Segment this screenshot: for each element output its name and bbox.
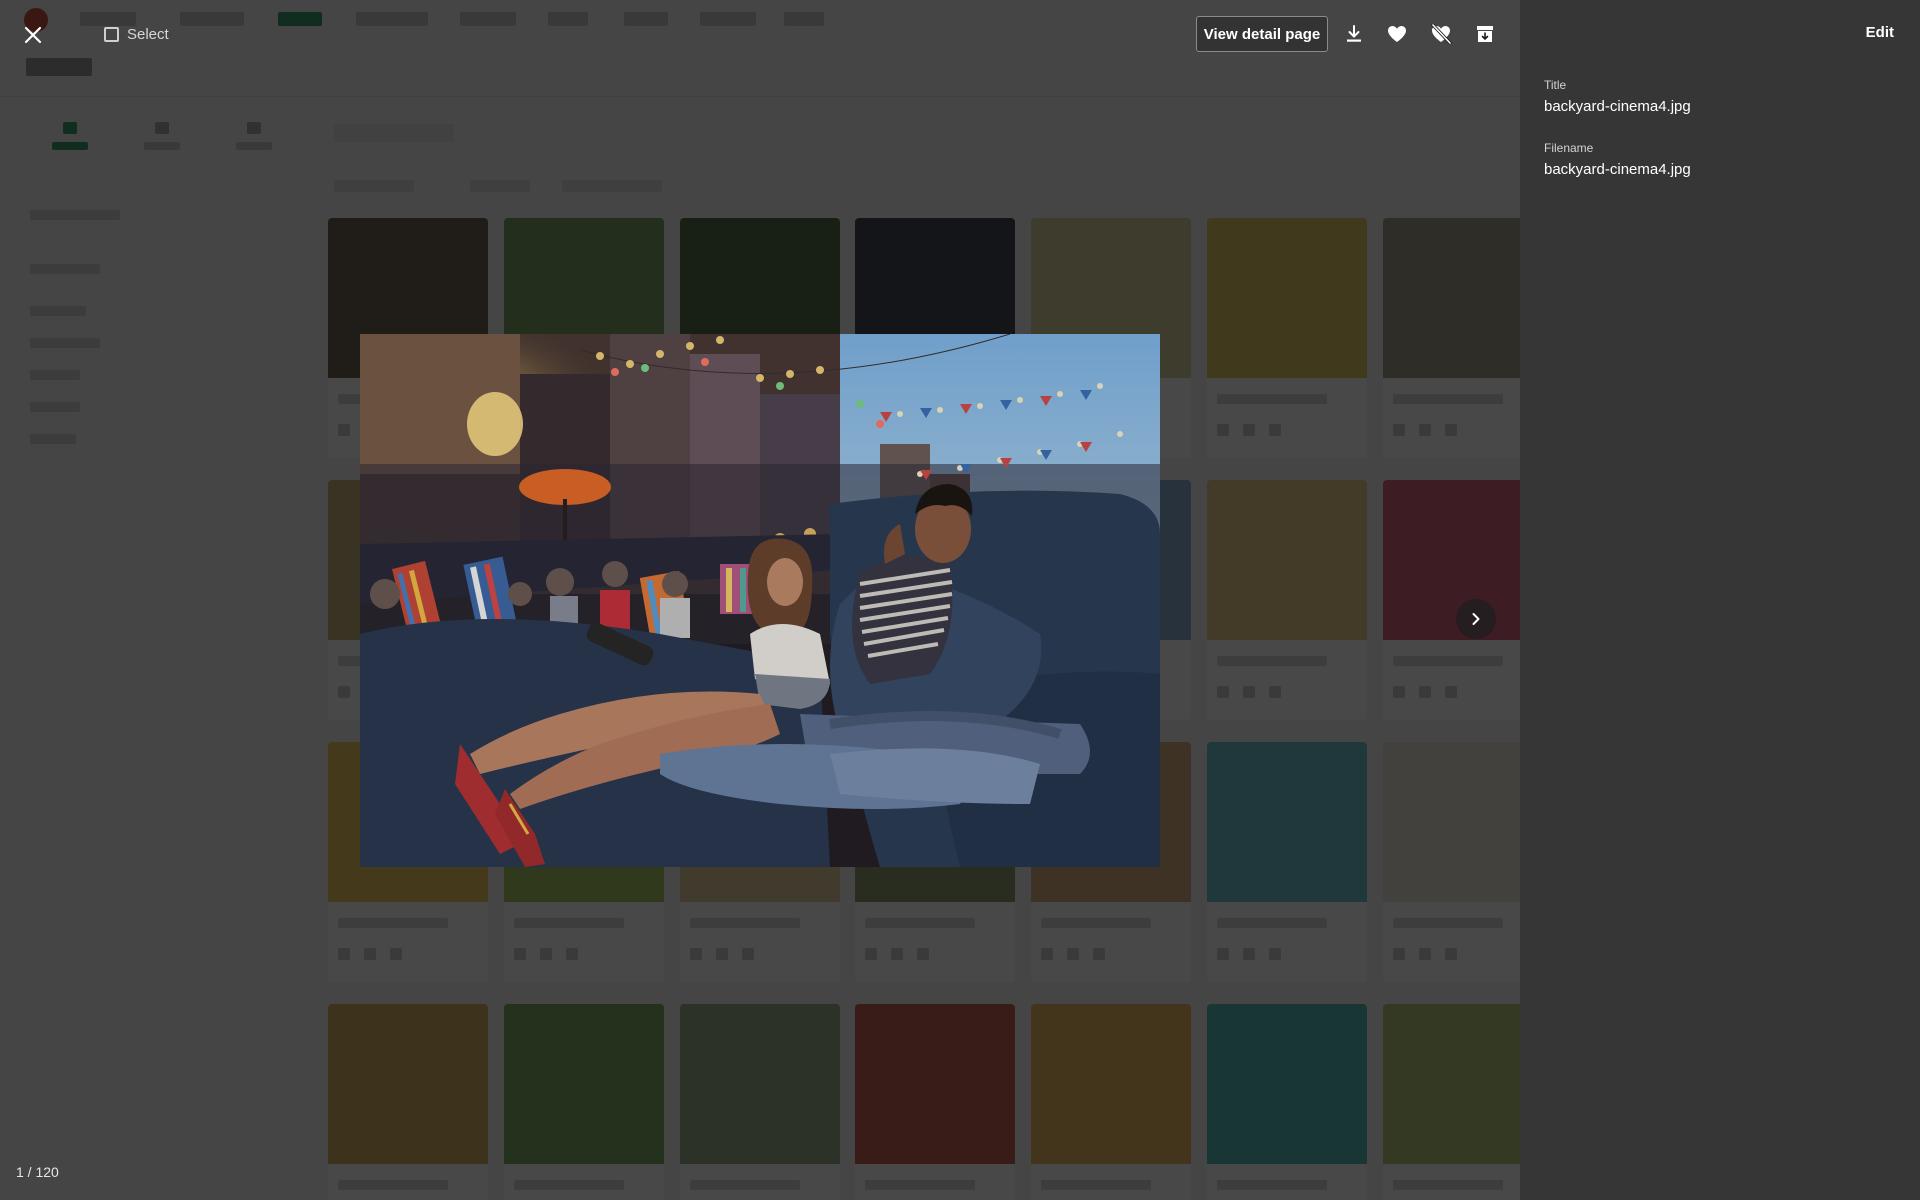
download-icon xyxy=(1347,25,1361,42)
favorite-button[interactable] xyxy=(1383,20,1411,48)
next-image-button[interactable] xyxy=(1456,599,1496,639)
title-field-value: backyard-cinema4.jpg xyxy=(1544,98,1691,115)
chevron-right-icon xyxy=(1472,613,1480,625)
archive-icon xyxy=(1477,26,1493,42)
close-icon xyxy=(24,26,42,44)
close-button[interactable] xyxy=(18,20,48,50)
title-field: Title backyard-cinema4.jpg xyxy=(1544,78,1691,115)
select-label: Select xyxy=(127,25,169,43)
image-counter: 1 / 120 xyxy=(16,1164,59,1180)
details-panel: Edit Title backyard-cinema4.jpg Filename… xyxy=(1520,0,1920,1200)
heart-icon xyxy=(1388,26,1406,42)
view-detail-page-button[interactable]: View detail page xyxy=(1196,16,1328,52)
filename-field: Filename backyard-cinema4.jpg xyxy=(1544,141,1691,178)
unfavorite-button[interactable] xyxy=(1427,20,1455,48)
select-checkbox[interactable] xyxy=(104,26,119,42)
lightbox-image xyxy=(360,334,1160,867)
title-field-label: Title xyxy=(1544,78,1567,92)
photo-illustration xyxy=(360,334,1160,867)
filename-field-value: backyard-cinema4.jpg xyxy=(1544,161,1691,178)
filename-field-label: Filename xyxy=(1544,141,1594,155)
archive-button[interactable] xyxy=(1471,20,1499,48)
select-toggle[interactable]: Select xyxy=(104,24,169,44)
heart-off-icon xyxy=(1431,24,1452,44)
download-button[interactable] xyxy=(1340,20,1368,48)
edit-button[interactable]: Edit xyxy=(1866,24,1894,41)
